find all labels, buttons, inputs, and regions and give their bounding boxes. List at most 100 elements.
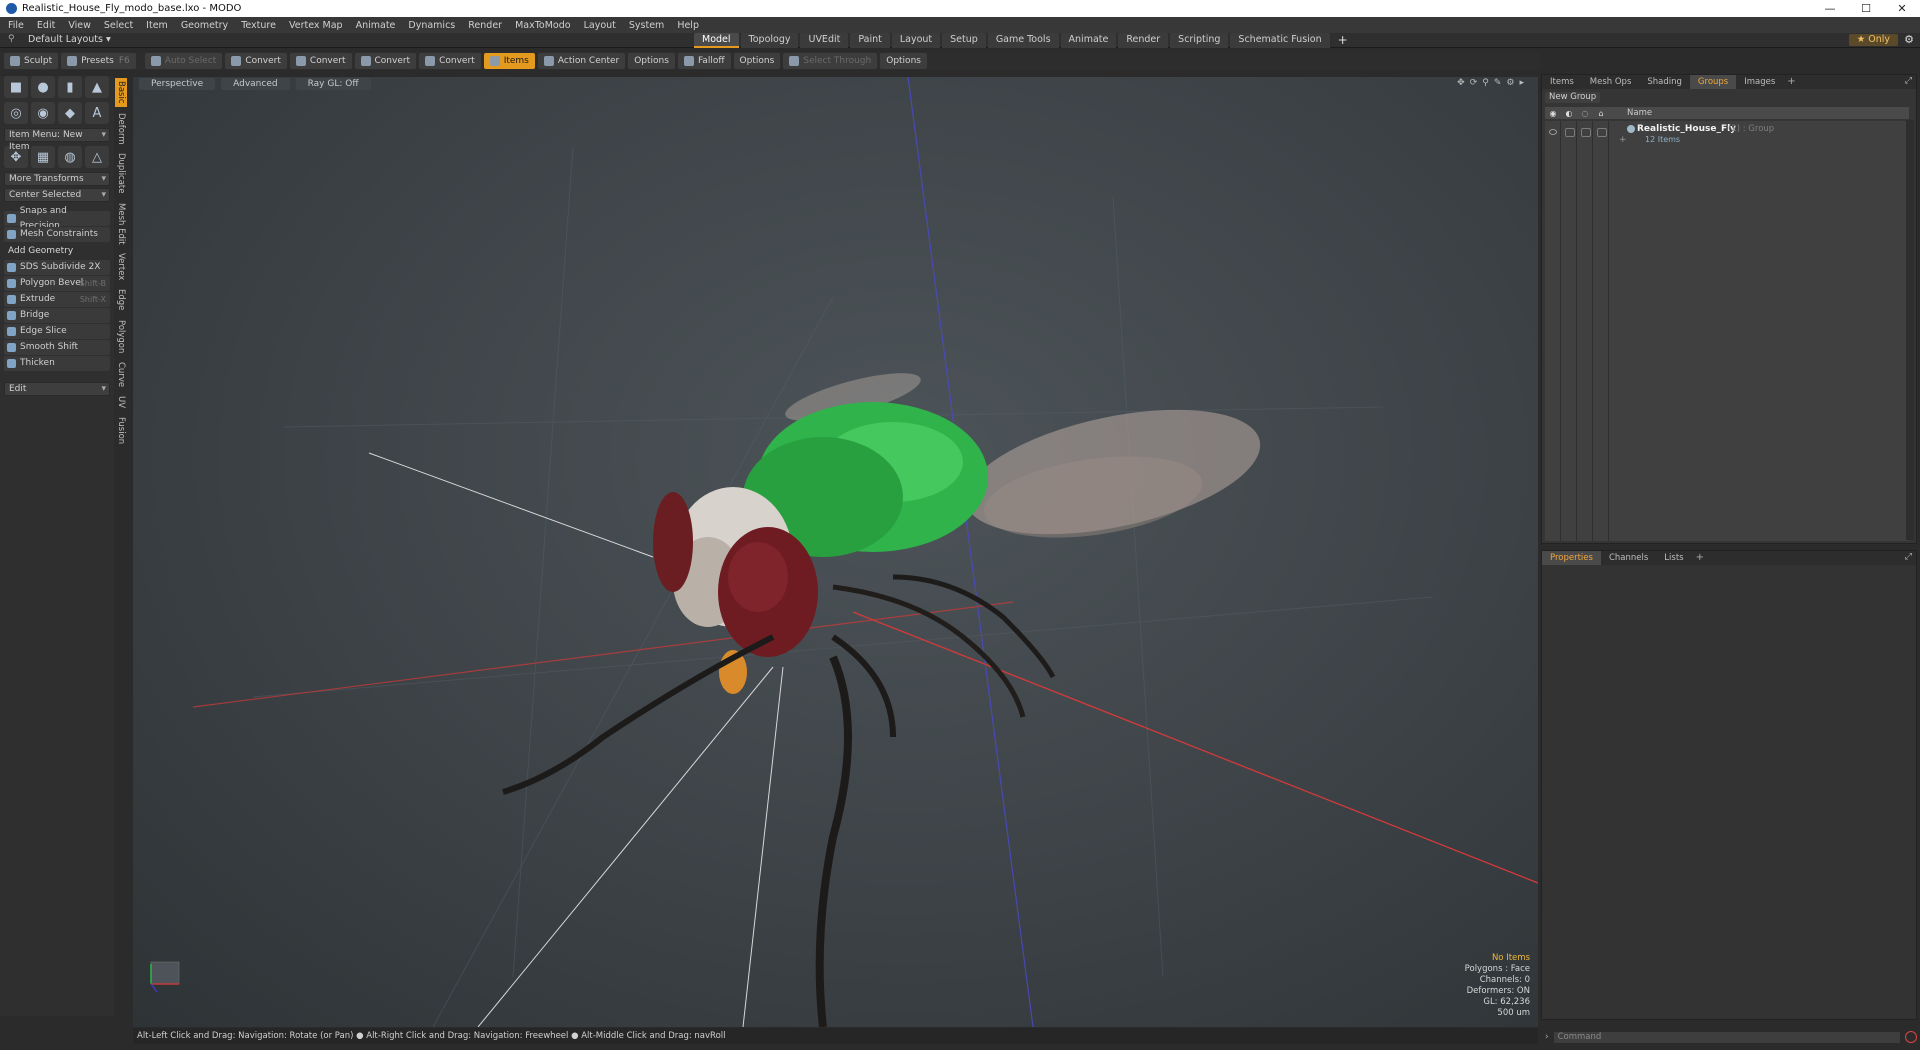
cylinder-icon[interactable]: ▮ [58, 76, 82, 98]
expand-group-icon[interactable]: + [1619, 135, 1627, 145]
properties-expand-icon[interactable]: ⤢ [1905, 552, 1912, 562]
menu-select[interactable]: Select [104, 20, 133, 31]
vtab-edge[interactable]: Edge [115, 286, 127, 313]
tab-topology[interactable]: Topology [740, 33, 799, 48]
auto-select-button[interactable]: Auto Select [144, 53, 223, 69]
select-through-button[interactable]: Select Through [783, 53, 878, 69]
rotate-icon[interactable]: ⟳ [1470, 78, 1478, 88]
presets-button[interactable]: Presets F6 [61, 53, 136, 69]
lock-col-icon[interactable]: ◌ [1577, 109, 1593, 118]
tab-schematic-fusion[interactable]: Schematic Fusion [1230, 33, 1330, 48]
capsule-icon[interactable]: ◉ [31, 102, 55, 124]
edge-slice-button[interactable]: Edge Slice [4, 324, 110, 339]
menu-animate[interactable]: Animate [356, 20, 396, 31]
menu-vertex-map[interactable]: Vertex Map [289, 20, 343, 31]
items-mode-button[interactable]: Items [483, 53, 535, 69]
add-layout-tab-button[interactable]: + [1338, 33, 1348, 48]
brush-icon[interactable]: ✎ [1494, 78, 1502, 88]
expand-icon[interactable]: ⤢ [1905, 76, 1912, 86]
group-visibility-icon[interactable] [1549, 129, 1557, 135]
menu-help[interactable]: Help [677, 20, 699, 31]
new-group-button[interactable]: New Group [1545, 92, 1601, 103]
bridge-button[interactable]: Bridge [4, 308, 110, 323]
pyramid-icon[interactable]: △ [85, 146, 109, 168]
vtab-fusion[interactable]: Fusion [115, 414, 127, 447]
convert-edges-button[interactable]: Convert [289, 53, 352, 69]
text-icon[interactable]: A [85, 102, 109, 124]
3d-viewport[interactable]: Perspective Advanced Ray GL: Off ✥ ⟳ ⚲ ✎… [133, 77, 1538, 1027]
tab-items[interactable]: Items [1542, 75, 1582, 89]
grid-icon[interactable]: ▦ [31, 146, 55, 168]
action-center-button[interactable]: Action Center [537, 53, 626, 69]
mesh-constraints-button[interactable]: Mesh Constraints [4, 227, 110, 242]
tab-model[interactable]: Model [694, 33, 739, 48]
item-menu-dropdown[interactable]: Item Menu: New Item [4, 128, 110, 152]
menu-geometry[interactable]: Geometry [181, 20, 228, 31]
tab-images[interactable]: Images [1736, 75, 1783, 89]
name-column-header[interactable]: Name [1627, 108, 1652, 118]
vtab-uv[interactable]: UV [115, 393, 127, 411]
tab-properties[interactable]: Properties [1542, 551, 1601, 565]
select-through-options-button[interactable]: Options [880, 53, 927, 69]
group-lock-toggle[interactable] [1581, 128, 1591, 137]
cone-icon[interactable]: ▲ [85, 76, 109, 98]
menu-edit[interactable]: Edit [37, 20, 55, 31]
raygl-toggle[interactable]: Ray GL: Off [295, 78, 371, 90]
select-col-icon[interactable]: ⌂ [1593, 109, 1609, 118]
sphere-icon[interactable]: ● [31, 76, 55, 98]
cube-icon[interactable]: ■ [4, 76, 28, 98]
tab-paint[interactable]: Paint [850, 33, 890, 48]
vtab-mesh-edit[interactable]: Mesh Edit [115, 200, 127, 248]
tab-uvedit[interactable]: UVEdit [800, 33, 849, 48]
torus-icon[interactable]: ◎ [4, 102, 28, 124]
minimize-button[interactable]: — [1812, 0, 1848, 17]
falloff-button[interactable]: Falloff [677, 53, 731, 69]
command-arrow-icon[interactable]: › [1545, 1032, 1549, 1042]
command-input[interactable]: Command [1552, 1030, 1901, 1044]
close-button[interactable]: ✕ [1884, 0, 1920, 17]
convert-vertices-button[interactable]: Convert [225, 53, 287, 69]
tab-lists[interactable]: Lists [1656, 551, 1691, 565]
advanced-shading-dropdown[interactable]: Advanced [221, 78, 290, 90]
menu-system[interactable]: System [629, 20, 664, 31]
add-geometry-header[interactable]: Add Geometry [4, 244, 110, 258]
vtab-deform[interactable]: Deform [115, 110, 127, 148]
action-center-options-button[interactable]: Options [628, 53, 675, 69]
maximize-button[interactable]: ☐ [1848, 0, 1884, 17]
menu-view[interactable]: View [68, 20, 91, 31]
group-select-toggle[interactable] [1597, 128, 1607, 137]
group-render-toggle[interactable] [1565, 128, 1575, 137]
tab-shading[interactable]: Shading [1639, 75, 1690, 89]
falloff-options-button[interactable]: Options [733, 53, 781, 69]
more-transforms-dropdown[interactable]: More Transforms [4, 172, 110, 186]
zoom-icon[interactable]: ⚲ [1482, 78, 1489, 88]
convert-polygons-button[interactable]: Convert [354, 53, 417, 69]
record-icon[interactable] [1905, 1031, 1917, 1043]
add-properties-tab-button[interactable]: + [1692, 551, 1708, 565]
view-type-dropdown[interactable]: Perspective [139, 78, 216, 90]
sds-subdivide-button[interactable]: SDS Subdivide 2X [4, 260, 110, 275]
menu-file[interactable]: File [8, 20, 24, 31]
group-name[interactable]: Realistic_House_Fly [1637, 124, 1736, 134]
tab-render[interactable]: Render [1118, 33, 1169, 48]
tab-channels[interactable]: Channels [1601, 551, 1656, 565]
only-toggle[interactable]: ★ Only [1848, 34, 1898, 46]
world-icon[interactable]: ◍ [58, 146, 82, 168]
center-selected-dropdown[interactable]: Center Selected [4, 188, 110, 202]
default-layouts-dropdown[interactable]: Default Layouts ▾ [28, 34, 111, 45]
render-col-icon[interactable]: ◐ [1561, 109, 1577, 118]
pan-icon[interactable]: ✥ [1457, 78, 1465, 88]
tab-animate[interactable]: Animate [1060, 33, 1117, 48]
pin-icon[interactable]: ⚲ [8, 34, 15, 44]
tab-game-tools[interactable]: Game Tools [987, 33, 1059, 48]
thicken-button[interactable]: Thicken [4, 356, 110, 371]
tab-layout[interactable]: Layout [891, 33, 941, 48]
vtab-curve[interactable]: Curve [115, 359, 127, 390]
convert-materials-button[interactable]: Convert [419, 53, 481, 69]
items-scrollbar[interactable] [1906, 120, 1914, 540]
polygon-bevel-button[interactable]: Polygon Bevel Shift-B [4, 276, 110, 291]
smooth-shift-button[interactable]: Smooth Shift [4, 340, 110, 355]
sculpt-button[interactable]: Sculpt [4, 53, 59, 69]
menu-item[interactable]: Item [146, 20, 168, 31]
vtab-basic[interactable]: Basic [115, 78, 127, 107]
